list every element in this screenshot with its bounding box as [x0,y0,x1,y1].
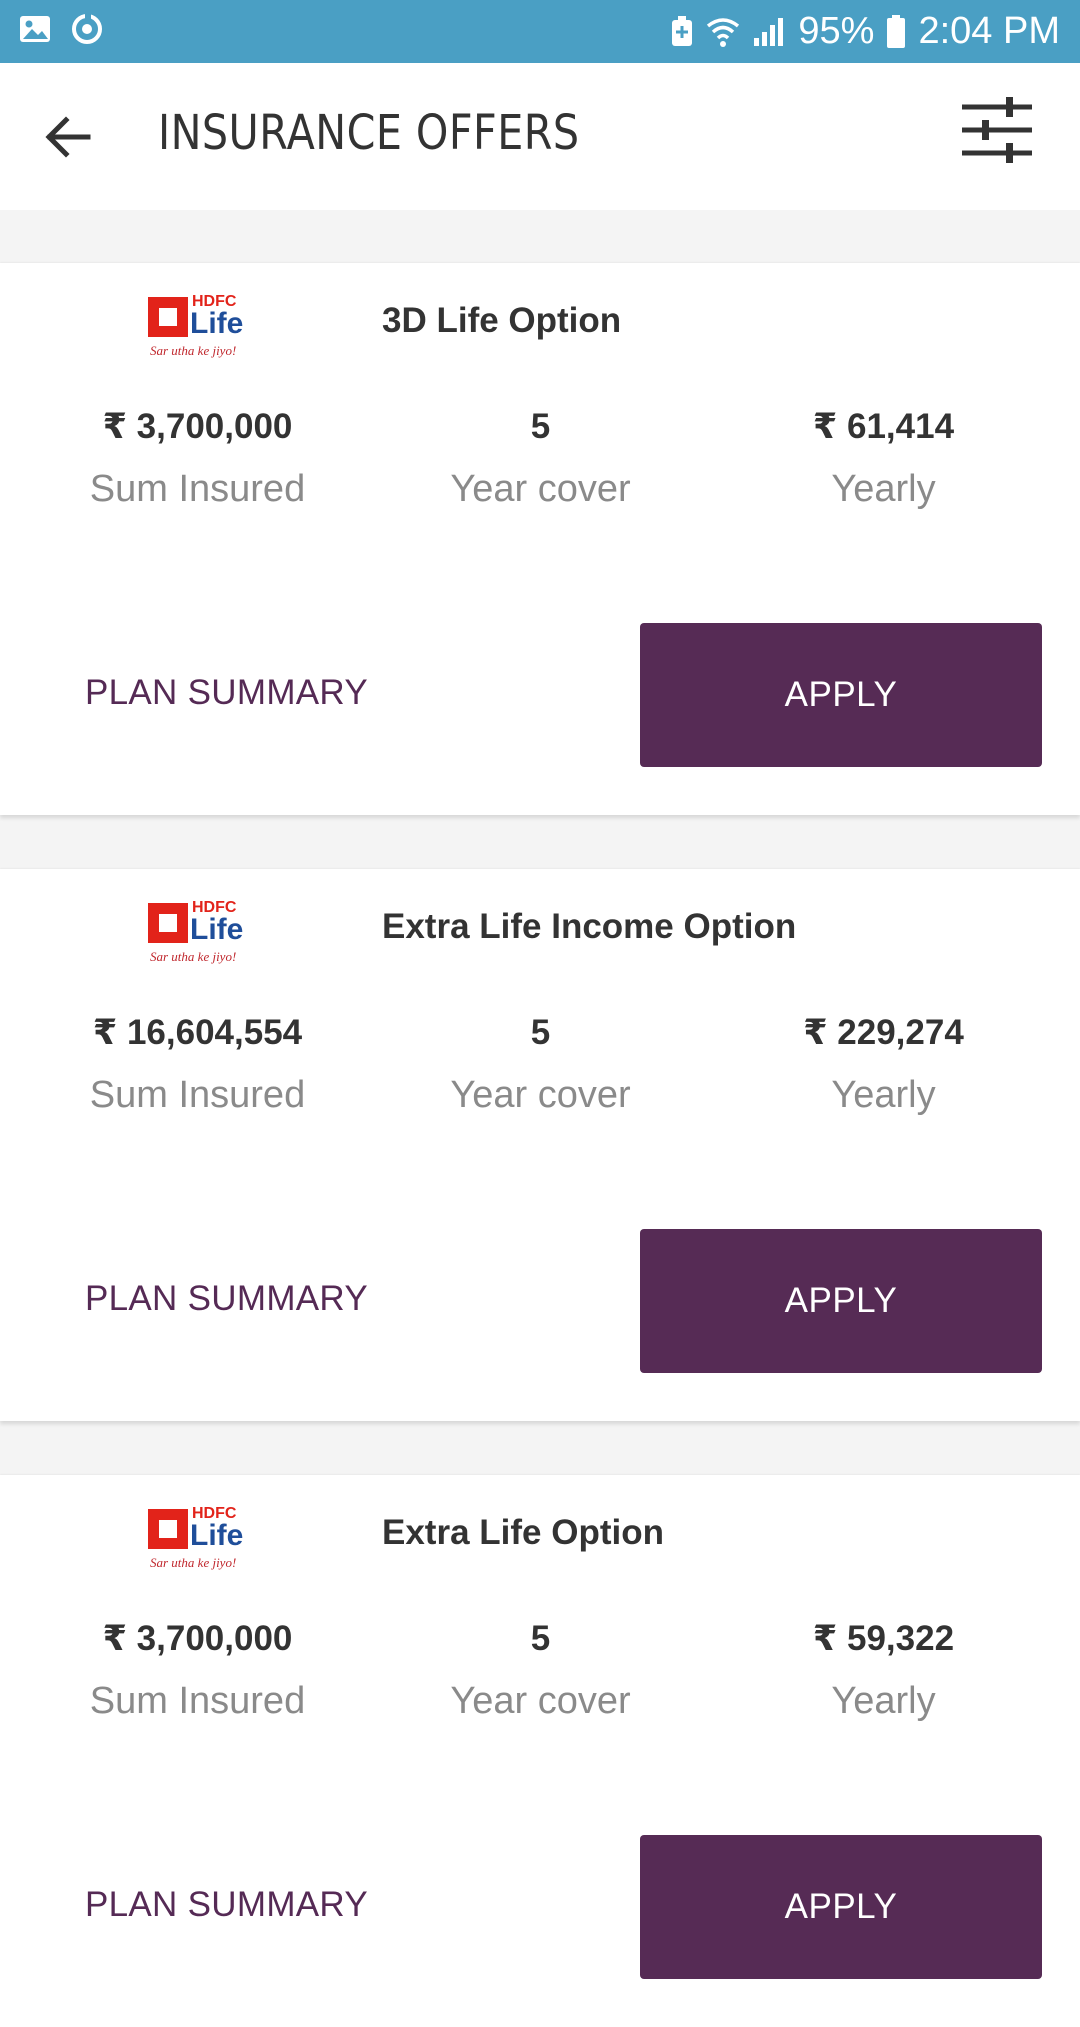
sliders-icon [962,97,1032,163]
logo-mark [148,903,188,943]
app-bar: INSURANCE OFFERS [0,63,1080,210]
year-cover-label: Year cover [450,1074,631,1116]
year-cover-value: 5 [530,1013,551,1052]
premium-label: Yearly [831,1680,936,1722]
logo-brand-main: Life [190,307,244,340]
hdfc-life-logo: HDFC Life Sar utha ke jiyo! [148,899,248,967]
plan-name: Extra Life Income Option [382,907,797,946]
year-cover-value: 5 [530,1619,551,1658]
sum-insured-value: ₹ 3,700,000 [102,407,293,446]
clock: 2:04 PM [918,10,1060,52]
premium-value: ₹ 59,322 [812,1619,955,1658]
battery-icon [886,14,906,49]
battery-percent: 95% [798,10,875,52]
premium-value: ₹ 229,274 [803,1013,964,1052]
year-cover-label: Year cover [450,468,631,510]
arrow-left-icon [45,116,91,158]
year-cover-value: 5 [530,407,551,446]
plan-name: Extra Life Option [382,1513,664,1552]
logo-brand-main: Life [190,1519,244,1552]
sync-icon [70,12,104,46]
offer-card: HDFC Life Sar utha ke jiyo! Extra Life I… [0,869,1080,1421]
status-bar: 95% 2:04 PM [0,0,1080,63]
signal-icon [752,16,786,48]
sum-insured-value: ₹ 3,700,000 [102,1619,293,1658]
logo-tagline: Sar utha ke jiyo! [150,1555,237,1570]
apply-button[interactable]: APPLY [640,1835,1042,1979]
logo-brand-main: Life [190,913,244,946]
logo-mark [148,297,188,337]
logo-tagline: Sar utha ke jiyo! [150,343,237,358]
plan-name: 3D Life Option [382,301,622,340]
sum-insured-label: Sum Insured [89,468,306,510]
premium-label: Yearly [831,1074,936,1116]
image-icon [18,12,52,46]
plan-summary-link[interactable]: PLAN SUMMARY [85,673,368,713]
sum-insured-label: Sum Insured [89,1074,306,1116]
filter-button[interactable] [958,91,1036,169]
offer-card: HDFC Life Sar utha ke jiyo! 3D Life Opti… [0,263,1080,815]
premium-value: ₹ 61,414 [812,407,955,446]
apply-button[interactable]: APPLY [640,1229,1042,1373]
year-cover-label: Year cover [450,1680,631,1722]
sum-insured-label: Sum Insured [89,1680,306,1722]
battery-saver-icon [670,15,694,48]
back-button[interactable] [38,107,98,167]
apply-button[interactable]: APPLY [640,623,1042,767]
premium-label: Yearly [831,468,936,510]
offer-card: HDFC Life Sar utha ke jiyo! Extra Life O… [0,1475,1080,2027]
page-title: INSURANCE OFFERS [158,105,580,161]
logo-mark [148,1509,188,1549]
hdfc-life-logo: HDFC Life Sar utha ke jiyo! [148,1505,248,1573]
sum-insured-value: ₹ 16,604,554 [92,1013,303,1052]
plan-summary-link[interactable]: PLAN SUMMARY [85,1279,368,1319]
logo-tagline: Sar utha ke jiyo! [150,949,237,964]
hdfc-life-logo: HDFC Life Sar utha ke jiyo! [148,293,248,361]
wifi-icon [706,16,740,48]
plan-summary-link[interactable]: PLAN SUMMARY [85,1885,368,1925]
